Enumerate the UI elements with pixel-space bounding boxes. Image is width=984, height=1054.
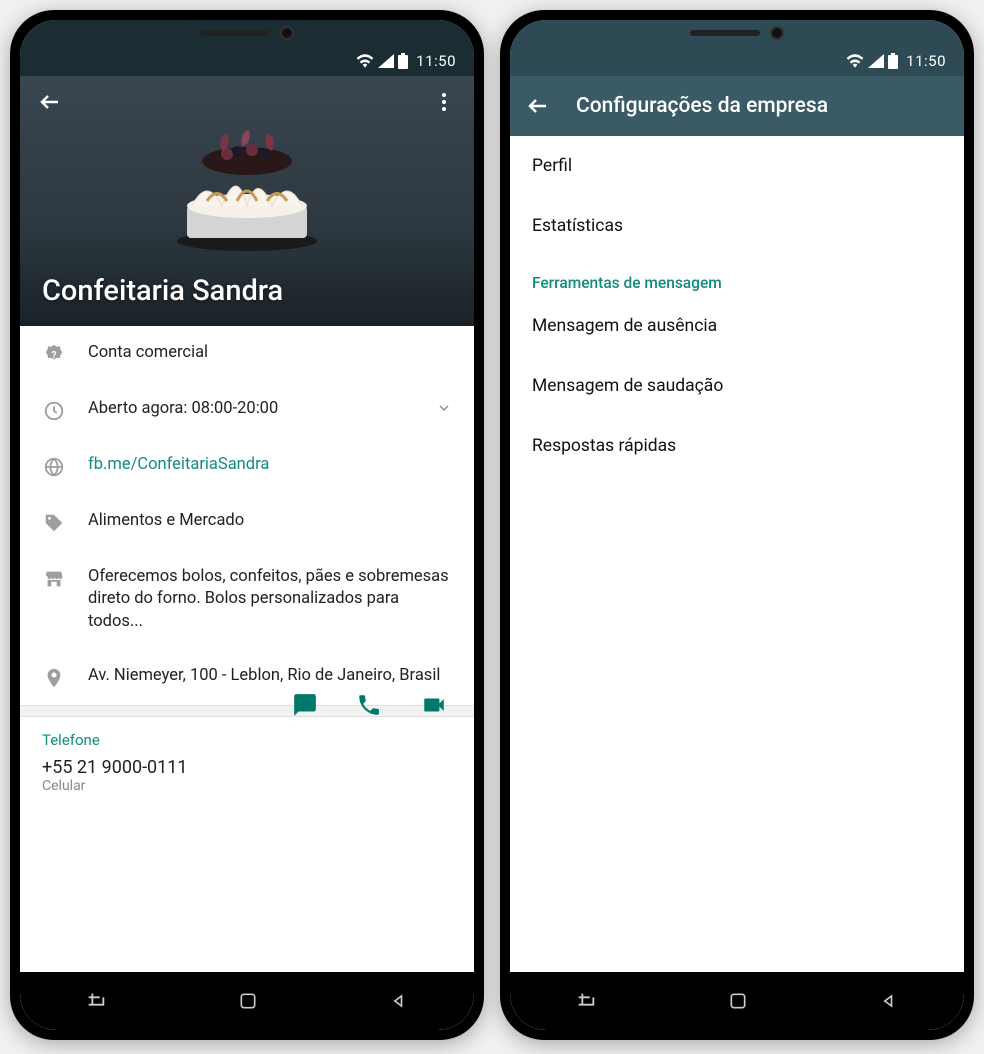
recent-apps-button[interactable] <box>85 990 107 1012</box>
website-link[interactable]: fb.me/ConfeitariaSandra <box>88 454 452 476</box>
wifi-icon <box>846 54 864 68</box>
phone-hardware <box>690 26 784 40</box>
screen-left: 11:50 <box>20 20 474 1030</box>
app-bar: Configurações da empresa <box>510 76 964 136</box>
settings-section-header: Ferramentas de mensagem <box>510 256 964 296</box>
back-icon[interactable] <box>38 90 62 114</box>
battery-icon <box>398 53 408 69</box>
chevron-down-icon <box>436 398 452 416</box>
battery-icon <box>888 53 898 69</box>
status-time: 11:50 <box>906 52 946 70</box>
account-type-text: Conta comercial <box>88 342 452 364</box>
settings-item-stats[interactable]: Estatísticas <box>510 196 964 256</box>
phone-section: Telefone +55 21 9000-0111 Celular <box>20 717 474 808</box>
more-icon[interactable] <box>432 90 456 114</box>
status-time: 11:50 <box>416 52 456 70</box>
badge-icon: ? <box>42 342 66 366</box>
phone-frame-left: 11:50 <box>10 10 484 1040</box>
location-icon <box>42 665 66 689</box>
phone-section-label: Telefone <box>20 717 474 751</box>
home-button[interactable] <box>728 991 748 1011</box>
wifi-icon <box>356 54 374 68</box>
recent-apps-button[interactable] <box>575 990 597 1012</box>
settings-list: Perfil Estatísticas Ferramentas de mensa… <box>510 136 964 476</box>
description-row: Oferecemos bolos, confeitos, pães e sobr… <box>20 550 474 649</box>
category-row: Alimentos e Mercado <box>20 494 474 550</box>
phone-number[interactable]: +55 21 9000-0111 <box>20 751 474 778</box>
home-button[interactable] <box>238 991 258 1011</box>
category-text: Alimentos e Mercado <box>88 510 452 532</box>
business-name: Confeitaria Sandra <box>20 256 474 326</box>
phone-frame-right: 11:50 Configurações da empresa Perfil Es… <box>500 10 974 1040</box>
phone-type: Celular <box>20 778 474 808</box>
profile-hero: Confeitaria Sandra <box>20 76 474 326</box>
svg-text:?: ? <box>51 351 56 362</box>
globe-icon <box>42 454 66 478</box>
hero-image <box>157 106 337 256</box>
call-icon[interactable] <box>356 692 382 718</box>
signal-icon <box>378 54 394 68</box>
hours-row[interactable]: Aberto agora: 08:00-20:00 <box>20 382 474 438</box>
description-text: Oferecemos bolos, confeitos, pães e sobr… <box>88 566 452 633</box>
address-text: Av. Niemeyer, 100 - Leblon, Rio de Janei… <box>88 665 452 687</box>
store-icon <box>42 566 66 590</box>
business-info-list: ? Conta comercial Aberto agora: 08:00-20… <box>20 326 474 705</box>
android-nav-bar <box>20 972 474 1030</box>
clock-icon <box>42 398 66 422</box>
account-type-row: ? Conta comercial <box>20 326 474 382</box>
settings-item-away[interactable]: Mensagem de ausência <box>510 296 964 356</box>
screen-right: 11:50 Configurações da empresa Perfil Es… <box>510 20 964 1030</box>
signal-icon <box>868 54 884 68</box>
settings-item-greeting[interactable]: Mensagem de saudação <box>510 356 964 416</box>
tag-icon <box>42 510 66 534</box>
android-nav-bar <box>510 972 964 1030</box>
message-icon[interactable] <box>292 692 318 718</box>
hours-text: Aberto agora: 08:00-20:00 <box>88 398 414 420</box>
phone-hardware <box>200 26 294 40</box>
website-row[interactable]: fb.me/ConfeitariaSandra <box>20 438 474 494</box>
settings-item-quick[interactable]: Respostas rápidas <box>510 416 964 476</box>
back-icon[interactable] <box>526 94 550 118</box>
appbar-title: Configurações da empresa <box>576 94 828 118</box>
back-button[interactable] <box>879 991 899 1011</box>
video-icon[interactable] <box>420 692 448 718</box>
back-button[interactable] <box>389 991 409 1011</box>
settings-item-profile[interactable]: Perfil <box>510 136 964 196</box>
